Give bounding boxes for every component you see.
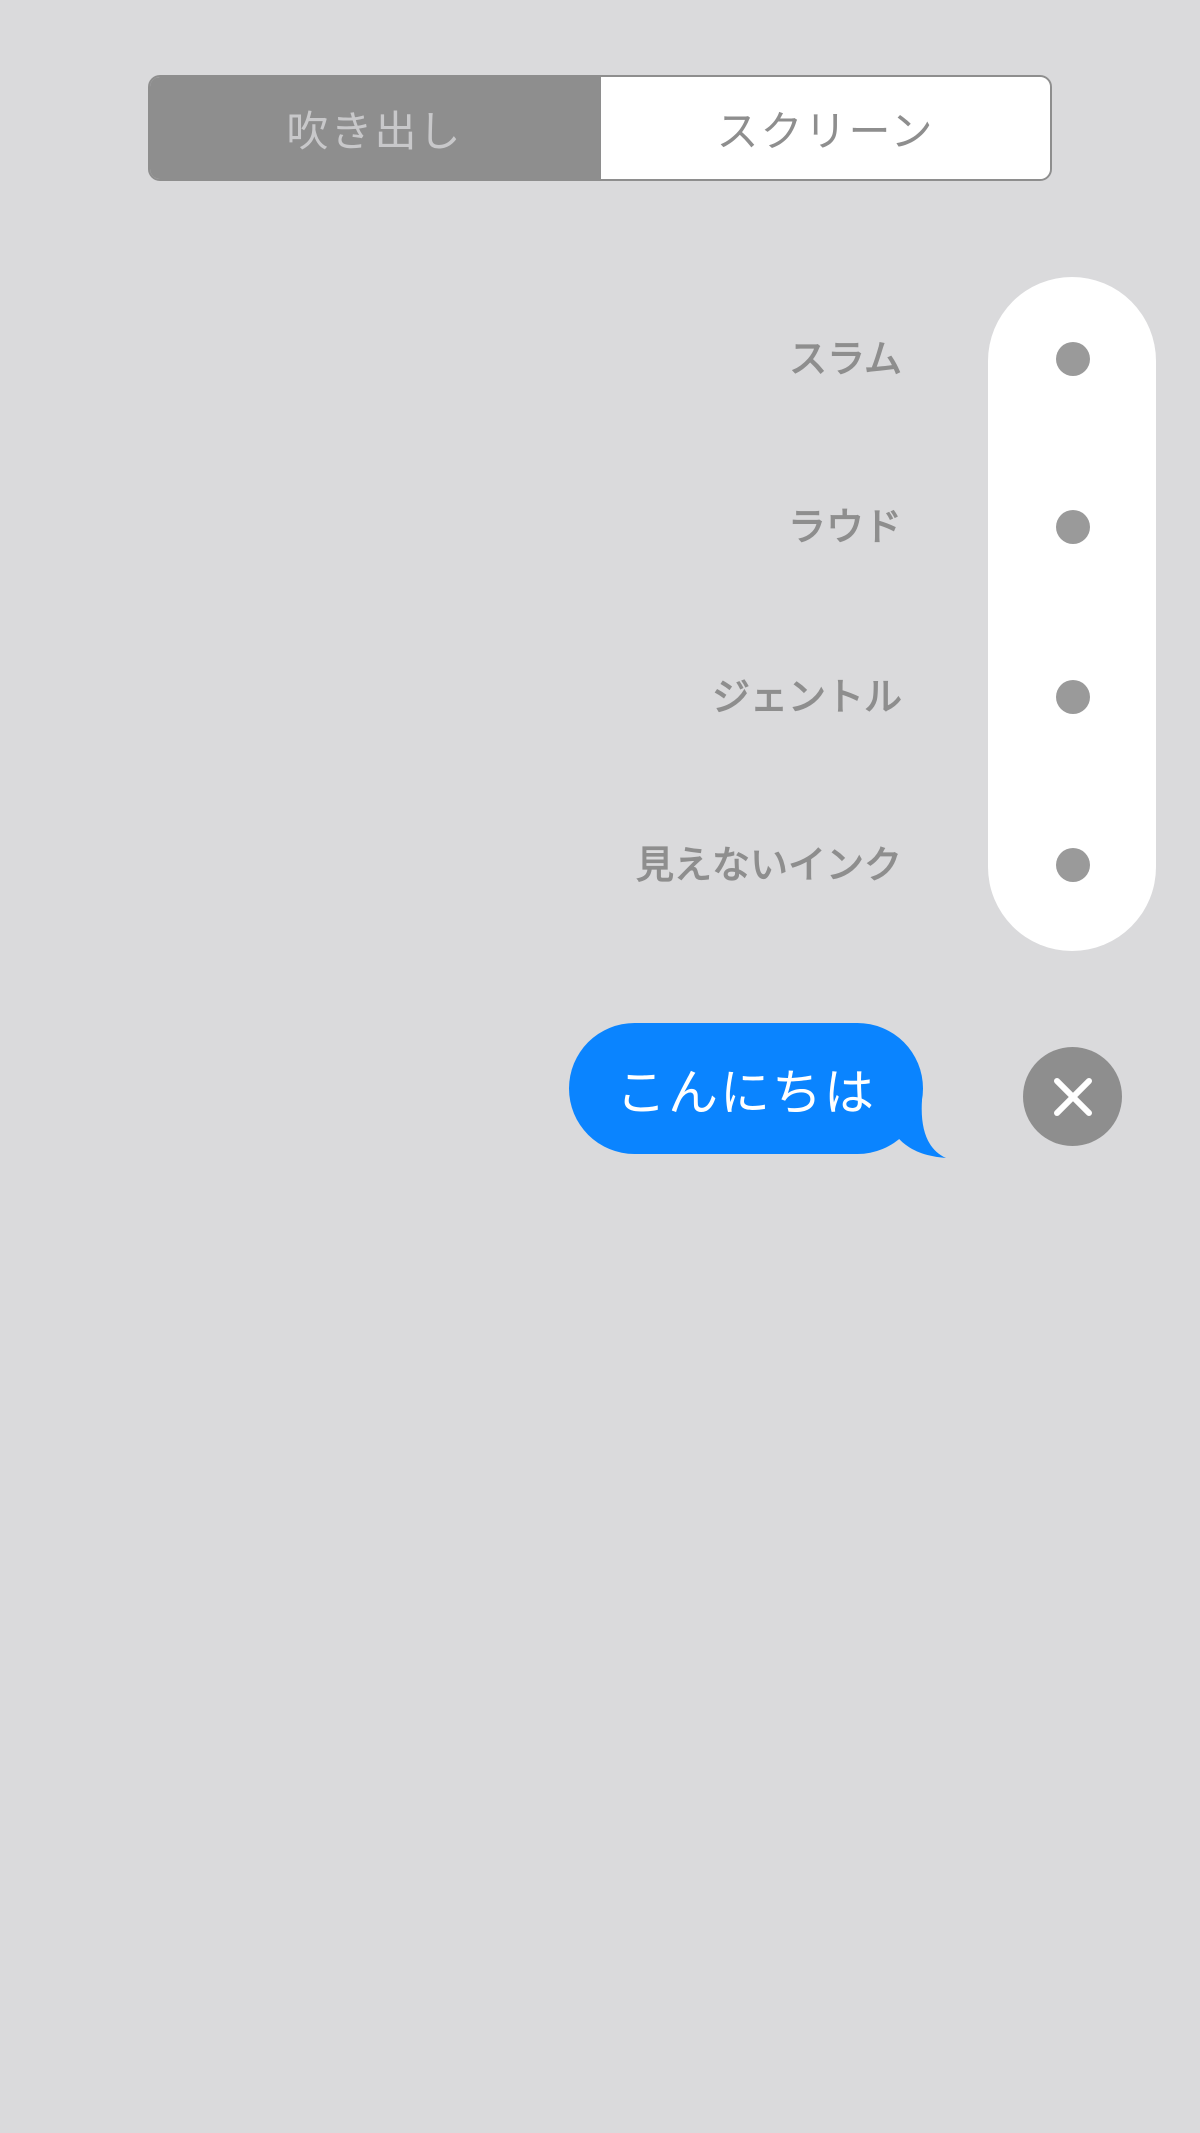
effect-option-gentle[interactable] — [1056, 680, 1090, 714]
effect-option-invisible-ink[interactable] — [1056, 848, 1090, 882]
effect-option-loud[interactable] — [1056, 510, 1090, 544]
tab-screen[interactable]: スクリーン — [599, 77, 1050, 179]
effect-option-slam[interactable] — [1056, 342, 1090, 376]
effect-label-invisible-ink: 見えないインク — [635, 843, 902, 887]
effect-mode-segmented-control: 吹き出し スクリーン — [148, 75, 1052, 181]
effect-label-gentle: ジェントル — [711, 675, 902, 719]
cancel-button[interactable] — [1023, 1047, 1122, 1146]
close-icon — [1053, 1077, 1092, 1116]
message-bubble-preview: こんにちは — [569, 1023, 923, 1154]
message-text: こんにちは — [616, 1063, 876, 1122]
tab-bubble[interactable]: 吹き出し — [150, 77, 599, 179]
effect-label-loud: ラウド — [787, 505, 902, 549]
tab-bubble-label: 吹き出し — [286, 106, 463, 156]
effect-label-slam: スラム — [789, 337, 902, 381]
tab-screen-label: スクリーン — [716, 106, 935, 156]
